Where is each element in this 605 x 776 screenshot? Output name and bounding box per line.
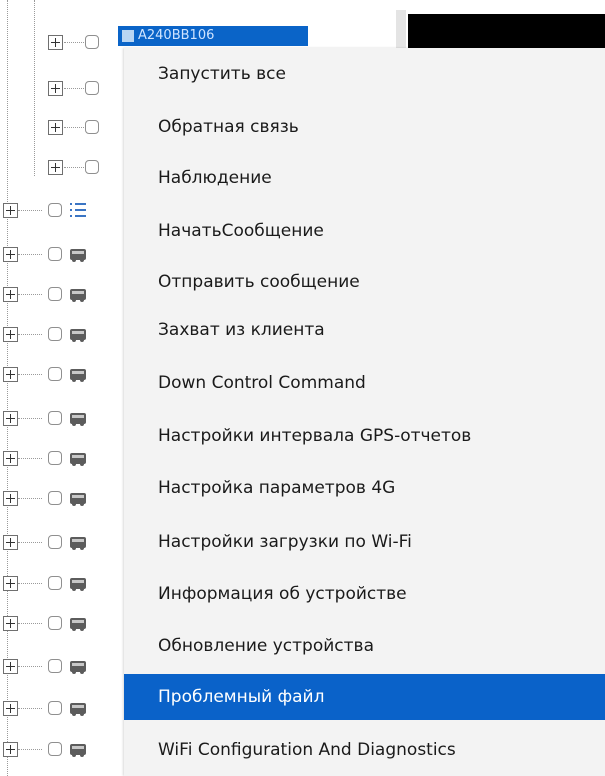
tree-line <box>18 708 42 709</box>
menu-item-start-all[interactable]: Запустить все <box>124 54 605 94</box>
bus-icon <box>70 744 86 757</box>
tree-line <box>18 583 42 584</box>
bus-icon <box>70 537 86 550</box>
checkbox-icon[interactable] <box>85 120 99 134</box>
checkbox-icon[interactable] <box>48 659 62 673</box>
list-icon <box>70 203 86 217</box>
tree-line <box>18 498 42 499</box>
tree-line <box>18 458 42 459</box>
expand-icon[interactable] <box>48 120 63 135</box>
menu-item-capture-from-client[interactable]: Захват из клиента <box>124 310 605 350</box>
tree-line <box>34 0 35 176</box>
checkbox-icon[interactable] <box>48 576 62 590</box>
expand-icon[interactable] <box>3 659 18 674</box>
expand-icon[interactable] <box>3 616 18 631</box>
menu-item-wifi-upload-settings[interactable]: Настройки загрузки по Wi-Fi <box>124 522 605 562</box>
panel-divider[interactable] <box>396 10 406 48</box>
expand-icon[interactable] <box>3 287 18 302</box>
expand-icon[interactable] <box>3 411 18 426</box>
expand-icon[interactable] <box>48 160 63 175</box>
bus-icon <box>70 249 86 262</box>
expand-icon[interactable] <box>3 535 18 550</box>
expand-icon[interactable] <box>3 491 18 506</box>
device-icon <box>122 30 134 42</box>
tree-line <box>18 542 42 543</box>
checkbox-icon[interactable] <box>48 247 62 261</box>
bus-icon <box>70 453 86 466</box>
expand-icon[interactable] <box>3 576 18 591</box>
bus-icon <box>70 329 86 342</box>
bus-icon <box>70 369 86 382</box>
tree-line <box>18 334 42 335</box>
expand-icon[interactable] <box>3 327 18 342</box>
menu-item-problem-file[interactable]: Проблемный файл <box>124 674 605 720</box>
expand-icon[interactable] <box>3 742 18 757</box>
bus-icon <box>70 703 86 716</box>
tree-line <box>18 294 42 295</box>
menu-item-4g-settings[interactable]: Настройка параметров 4G <box>124 468 605 508</box>
device-tree <box>0 0 130 776</box>
expand-icon[interactable] <box>3 701 18 716</box>
checkbox-icon[interactable] <box>48 616 62 630</box>
menu-item-send-message[interactable]: Отправить сообщение <box>124 262 605 302</box>
checkbox-icon[interactable] <box>48 742 62 756</box>
tree-line <box>64 127 84 128</box>
selected-tree-node[interactable]: A240BB106 <box>118 26 308 46</box>
checkbox-icon[interactable] <box>48 327 62 341</box>
checkbox-icon[interactable] <box>85 81 99 95</box>
expand-icon[interactable] <box>3 203 18 218</box>
checkbox-icon[interactable] <box>85 160 99 174</box>
checkbox-icon[interactable] <box>48 535 62 549</box>
expand-icon[interactable] <box>48 35 63 50</box>
bus-icon <box>70 618 86 631</box>
checkbox-icon[interactable] <box>85 35 99 49</box>
tree-line <box>18 210 42 211</box>
selected-node-label: A240BB106 <box>138 28 215 43</box>
menu-item-start-message[interactable]: НачатьСообщение <box>124 211 605 251</box>
bus-icon <box>70 413 86 426</box>
menu-item-monitoring[interactable]: Наблюдение <box>124 158 605 198</box>
tree-line <box>18 254 42 255</box>
menu-item-down-control-command[interactable]: Down Control Command <box>124 363 605 403</box>
bus-icon <box>70 578 86 591</box>
menu-item-feedback[interactable]: Обратная связь <box>124 107 605 147</box>
checkbox-icon[interactable] <box>48 491 62 505</box>
context-menu: Запустить все Обратная связь Наблюдение … <box>124 48 605 776</box>
bus-icon <box>70 493 86 506</box>
tree-line <box>18 418 42 419</box>
bus-icon <box>70 661 86 674</box>
expand-icon[interactable] <box>48 81 63 96</box>
checkbox-icon[interactable] <box>48 203 62 217</box>
bus-icon <box>70 289 86 302</box>
tree-line <box>64 88 84 89</box>
tree-line <box>18 749 42 750</box>
menu-item-device-info[interactable]: Информация об устройстве <box>124 574 605 614</box>
tree-line <box>18 666 42 667</box>
checkbox-icon[interactable] <box>48 367 62 381</box>
tree-line <box>18 374 42 375</box>
checkbox-icon[interactable] <box>48 287 62 301</box>
checkbox-icon[interactable] <box>48 411 62 425</box>
tree-line <box>18 623 42 624</box>
menu-item-wifi-configuration-diagnostics[interactable]: WiFi Configuration And Diagnostics <box>124 730 605 770</box>
tree-line <box>64 167 84 168</box>
menu-item-device-update[interactable]: Обновление устройства <box>124 626 605 666</box>
expand-icon[interactable] <box>3 247 18 262</box>
expand-icon[interactable] <box>3 367 18 382</box>
tree-line <box>64 42 84 43</box>
checkbox-icon[interactable] <box>48 701 62 715</box>
menu-item-gps-report-interval[interactable]: Настройки интервала GPS-отчетов <box>124 416 605 456</box>
checkbox-icon[interactable] <box>48 451 62 465</box>
expand-icon[interactable] <box>3 451 18 466</box>
